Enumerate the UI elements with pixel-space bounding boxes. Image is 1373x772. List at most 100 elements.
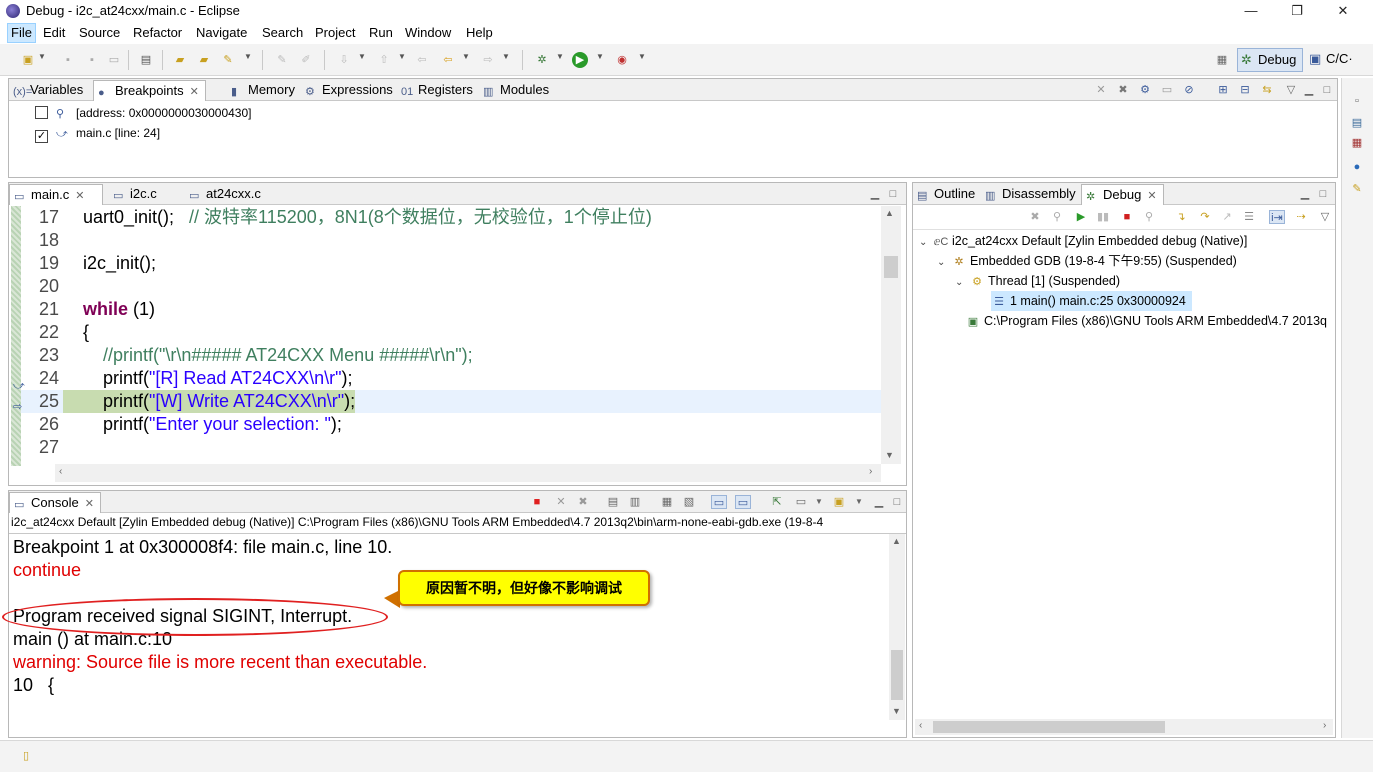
new-icon[interactable]: ▣ xyxy=(20,52,36,68)
pin-icon[interactable]: ⇱ xyxy=(769,495,785,509)
restore-view-icon[interactable]: ▫ xyxy=(1349,94,1365,108)
maximize-view-icon[interactable]: □ xyxy=(889,495,905,509)
minimize-view-icon[interactable]: ▁ xyxy=(871,495,887,509)
external-tools-icon[interactable]: ◉ xyxy=(614,52,630,68)
skip-breakpoints-icon[interactable]: ⊘ xyxy=(1181,83,1197,97)
project-explorer-icon[interactable]: ▤ xyxy=(1349,116,1365,130)
tab-debug[interactable]: ✲ Debug ✕ xyxy=(1081,184,1164,205)
pen-dropdown-icon[interactable]: ▼ xyxy=(244,52,252,61)
close-tab-icon[interactable]: ✕ xyxy=(85,498,94,510)
pin-console-icon[interactable]: ▧ xyxy=(681,495,697,509)
open-type-icon[interactable]: ▰ xyxy=(196,52,212,68)
print-icon[interactable]: ▭ xyxy=(106,52,122,68)
remove-all-breakpoints-icon[interactable]: ✖ xyxy=(1115,83,1131,97)
show-on-stdout-icon[interactable]: ▭ xyxy=(711,495,727,509)
display-selected-console-icon[interactable]: ▭ xyxy=(793,495,809,509)
menu-window[interactable]: Window xyxy=(405,25,451,40)
run-icon[interactable]: ▶ xyxy=(572,52,588,68)
step-over-icon[interactable]: ↷ xyxy=(1197,210,1213,224)
menu-edit[interactable]: Edit xyxy=(43,25,65,40)
debug-horizontal-scrollbar[interactable]: ‹ › xyxy=(915,719,1333,735)
minimize-button[interactable]: — xyxy=(1228,0,1274,22)
prev-annotation-dropdown-icon[interactable]: ▼ xyxy=(398,52,406,61)
breakpoint-row[interactable]: ⚲ [address: 0x0000000030000430] xyxy=(35,104,251,122)
tab-expressions[interactable]: ⚙ Expressions xyxy=(301,80,399,101)
external-tools-dropdown-icon[interactable]: ▼ xyxy=(638,52,646,61)
tab-variables[interactable]: (x)=Variables xyxy=(9,80,89,101)
tasks-icon[interactable]: ▦ xyxy=(1349,136,1365,150)
menu-source[interactable]: Source xyxy=(79,25,120,40)
tab-disassembly[interactable]: ▥ Disassembly xyxy=(981,184,1082,205)
connect-icon[interactable]: ⚲ xyxy=(1049,210,1065,224)
minimize-view-icon[interactable]: ▁ xyxy=(1297,187,1313,201)
scroll-thumb[interactable] xyxy=(933,721,1165,733)
tree-item-gdb-path[interactable]: ▣ C:\Program Files (x86)\GNU Tools ARM Em… xyxy=(951,311,1327,331)
binary-icon[interactable]: ▤ xyxy=(138,52,154,68)
run-dropdown-icon[interactable]: ▼ xyxy=(596,52,604,61)
menu-refactor[interactable]: Refactor xyxy=(133,25,182,40)
save-all-icon[interactable]: ▪ xyxy=(84,52,100,68)
remove-all-terminated-icon[interactable]: ✖ xyxy=(575,495,591,509)
forward-icon[interactable]: ⇨ xyxy=(480,52,496,68)
collapse-arrow-icon[interactable]: ⌄ xyxy=(955,273,969,293)
mark-icon[interactable]: ✎ xyxy=(274,52,290,68)
scroll-left-icon[interactable]: ‹ xyxy=(919,720,922,731)
perspective-debug[interactable]: ✲ Debug xyxy=(1237,48,1303,72)
display-dropdown-icon[interactable]: ▼ xyxy=(811,495,827,509)
save-icon[interactable]: ▪ xyxy=(60,52,76,68)
breakpoint-row[interactable]: ✓ ⤻ main.c [line: 24] xyxy=(35,124,160,143)
tab-main-c[interactable]: ▭ main.c ✕ xyxy=(9,184,103,205)
remove-launch-icon[interactable]: ✕ xyxy=(553,495,569,509)
code-editor[interactable]: 17 uart0_init(); // 波特率115200，8N1(8个数据位，无… xyxy=(9,206,906,485)
tab-modules[interactable]: ▥ Modules xyxy=(479,80,555,101)
close-button[interactable]: ✕ xyxy=(1320,0,1366,22)
collapse-arrow-icon[interactable]: ⌄ xyxy=(919,233,933,253)
prev-annotation-icon[interactable]: ⇧ xyxy=(376,52,392,68)
menu-project[interactable]: Project xyxy=(315,25,355,40)
clear-console-icon[interactable]: ▤ xyxy=(605,495,621,509)
scroll-thumb[interactable] xyxy=(891,650,903,700)
remove-terminated-icon[interactable]: ✖ xyxy=(1027,210,1043,224)
collapse-all-icon[interactable]: ⊟ xyxy=(1237,83,1253,97)
instruction-stepping-icon[interactable]: i⇥ xyxy=(1269,210,1285,224)
tab-outline[interactable]: ▤ Outline xyxy=(913,184,981,205)
tab-registers[interactable]: 01 Registers xyxy=(397,80,479,101)
breakpoint-marker-icon[interactable]: ⤻ xyxy=(13,380,25,393)
menu-search[interactable]: Search xyxy=(262,25,303,40)
view-menu-icon[interactable]: ▽ xyxy=(1283,83,1299,97)
perspective-cc[interactable]: ▣ C/C· xyxy=(1306,48,1353,72)
tab-memory[interactable]: ▮ Memory xyxy=(227,80,301,101)
scroll-down-icon[interactable]: ▼ xyxy=(885,450,894,460)
open-folder-icon[interactable]: ▰ xyxy=(172,52,188,68)
scroll-lock-icon[interactable]: ▥ xyxy=(627,495,643,509)
terminate-icon[interactable]: ■ xyxy=(1119,210,1135,224)
open-console-icon[interactable]: ▣ xyxy=(831,495,847,509)
scroll-up-icon[interactable]: ▲ xyxy=(892,536,901,546)
maximize-view-icon[interactable]: □ xyxy=(1315,187,1331,201)
scroll-up-icon[interactable]: ▲ xyxy=(885,208,894,218)
show-on-stderr-icon[interactable]: ▭ xyxy=(735,495,751,509)
tab-breakpoints[interactable]: ● Breakpoints ✕ xyxy=(93,80,206,101)
annotation-icon[interactable]: ✐ xyxy=(298,52,314,68)
fast-view-icon[interactable]: ▯ xyxy=(18,749,34,763)
tab-i2c-c[interactable]: ▭ i2c.c xyxy=(109,184,183,205)
back-dropdown-icon[interactable]: ▼ xyxy=(462,52,470,61)
view-menu-icon[interactable]: ▽ xyxy=(1317,210,1333,224)
next-annotation-icon[interactable]: ⇩ xyxy=(336,52,352,68)
link-with-debug-icon[interactable]: ⇆ xyxy=(1259,83,1275,97)
step-return-icon[interactable]: ↗ xyxy=(1219,210,1235,224)
next-annotation-dropdown-icon[interactable]: ▼ xyxy=(358,52,366,61)
drop-to-frame-icon[interactable]: ☰ xyxy=(1241,210,1257,224)
pen-icon[interactable]: ✎ xyxy=(220,52,236,68)
close-tab-icon[interactable]: ✕ xyxy=(75,190,84,202)
collapse-arrow-icon[interactable]: ⌄ xyxy=(937,253,951,273)
go-to-file-icon[interactable]: ▭ xyxy=(1159,83,1175,97)
wrench-icon[interactable]: ✎ xyxy=(1349,182,1365,196)
tree-item-thread[interactable]: ⌄ ⚙ Thread [1] (Suspended) xyxy=(955,271,1120,291)
word-wrap-icon[interactable]: ▦ xyxy=(659,495,675,509)
new-dropdown-icon[interactable]: ▼ xyxy=(38,52,46,61)
open-perspective-icon[interactable]: ▦ xyxy=(1214,52,1230,68)
info-icon[interactable]: ● xyxy=(1349,160,1365,174)
breakpoint-checkbox[interactable] xyxy=(35,106,48,119)
tree-item-stack-frame[interactable]: ☰ 1 main() main.c:25 0x30000924 xyxy=(991,291,1192,311)
